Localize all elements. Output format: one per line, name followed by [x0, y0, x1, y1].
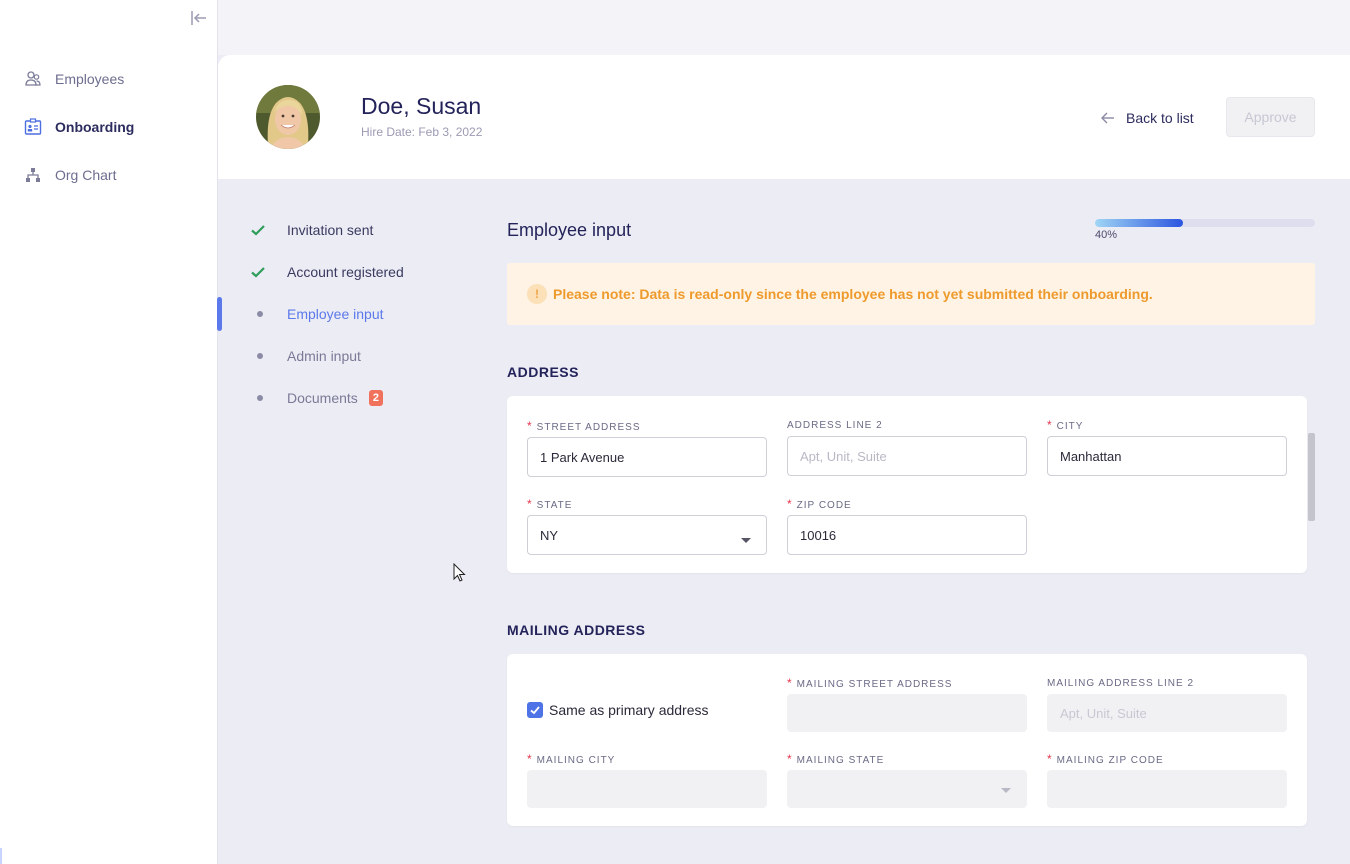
check-icon	[250, 263, 280, 281]
org-chart-icon	[24, 166, 42, 184]
step-invitation-sent[interactable]: Invitation sent	[250, 214, 404, 246]
collapse-sidebar-icon[interactable]	[189, 8, 209, 28]
field-label: CITY	[1056, 421, 1084, 432]
documents-count-badge: 2	[368, 390, 383, 406]
mailing-zip-field: * MAILING ZIP CODE	[1047, 753, 1287, 808]
bullet-icon	[257, 311, 263, 317]
address-line2-field: ADDRESS LINE 2	[787, 419, 1027, 476]
field-label: MAILING ADDRESS LINE 2	[1047, 678, 1195, 689]
employee-header: Doe, Susan Hire Date: Feb 3, 2022 Back t…	[218, 55, 1350, 179]
address-line2-input[interactable]	[787, 436, 1027, 476]
approve-button[interactable]: Approve	[1226, 97, 1315, 137]
checkbox-checked-icon[interactable]	[527, 702, 543, 718]
sidebar-item-label: Employees	[55, 71, 125, 87]
step-label: Account registered	[287, 264, 404, 280]
required-icon: *	[527, 419, 533, 433]
mailing-state-field: * MAILING STATE	[787, 753, 1027, 808]
mailing-state-select[interactable]	[787, 770, 1027, 808]
warning-icon: !	[527, 284, 547, 304]
chevron-down-icon	[741, 538, 751, 543]
sidebar: Employees Onboarding Org Chart	[0, 0, 218, 864]
employees-icon	[24, 70, 42, 88]
field-label: STATE	[536, 500, 573, 511]
sidebar-item-onboarding[interactable]: Onboarding	[0, 112, 217, 142]
mouse-cursor-icon	[453, 562, 467, 583]
mailing-address-title: MAILING ADDRESS	[507, 622, 646, 638]
field-label: MAILING STATE	[796, 755, 885, 766]
step-label: Invitation sent	[287, 222, 374, 238]
sidebar-item-label: Onboarding	[55, 119, 135, 135]
address-card: *STREET ADDRESS ADDRESS LINE 2 *CITY *ST…	[507, 396, 1307, 573]
field-label: MAILING STREET ADDRESS	[796, 679, 953, 690]
step-admin-input[interactable]: Admin input	[250, 340, 404, 372]
mailing-city-input[interactable]	[527, 770, 767, 808]
mailing-line2-input[interactable]	[1047, 694, 1287, 732]
chevron-down-icon	[1001, 788, 1011, 793]
street-address-input[interactable]	[527, 437, 767, 477]
sidebar-bottom-accent	[0, 848, 2, 864]
step-documents[interactable]: Documents 2	[250, 382, 404, 414]
required-icon: *	[527, 497, 533, 511]
bullet-icon	[257, 353, 263, 359]
state-field: * STATE NY	[527, 498, 767, 555]
back-to-list-label: Back to list	[1126, 110, 1194, 126]
read-only-notice: ! Please note: Data is read-only since t…	[507, 263, 1315, 325]
zip-code-input[interactable]	[787, 515, 1027, 555]
arrow-left-icon	[1100, 110, 1116, 126]
onboarding-steps: Invitation sent Account registered Emplo…	[250, 214, 404, 424]
state-select[interactable]: NY	[527, 515, 767, 555]
required-icon: *	[1047, 418, 1053, 432]
city-input[interactable]	[1047, 436, 1287, 476]
progress-fill	[1095, 219, 1183, 227]
mailing-street-field: * MAILING STREET ADDRESS	[787, 677, 1027, 732]
step-account-registered[interactable]: Account registered	[250, 256, 404, 288]
mailing-city-field: * MAILING CITY	[527, 753, 767, 808]
field-label: MAILING ZIP CODE	[1056, 755, 1164, 766]
back-to-list-link[interactable]: Back to list	[1100, 107, 1194, 129]
scrollbar-thumb[interactable]	[1308, 433, 1315, 521]
check-icon	[250, 221, 280, 239]
required-icon: *	[1047, 752, 1053, 766]
field-label: ZIP CODE	[796, 500, 852, 511]
bullet-icon	[257, 395, 263, 401]
onboarding-icon	[24, 118, 42, 136]
notice-text: Please note: Data is read-only since the…	[553, 286, 1153, 302]
sidebar-item-org-chart[interactable]: Org Chart	[0, 160, 217, 190]
required-icon: *	[527, 752, 533, 766]
step-label: Employee input	[287, 306, 384, 322]
employee-name: Doe, Susan	[361, 93, 482, 119]
required-icon: *	[787, 752, 793, 766]
same-as-primary-checkbox[interactable]: Same as primary address	[527, 702, 709, 718]
mailing-zip-input[interactable]	[1047, 770, 1287, 808]
mailing-street-input[interactable]	[787, 694, 1027, 732]
city-field: * CITY	[1047, 419, 1287, 476]
top-strip	[218, 0, 1350, 55]
checkbox-label: Same as primary address	[549, 702, 709, 718]
street-address-field: * STREET ADDRESS	[527, 420, 767, 477]
zip-code-field: * ZIP CODE	[787, 498, 1027, 555]
sidebar-nav: Employees Onboarding Org Chart	[0, 64, 217, 208]
step-employee-input[interactable]: Employee input	[250, 298, 404, 330]
mailing-address-card: Same as primary address * MAILING STREET …	[507, 654, 1307, 826]
section-title: Employee input	[507, 220, 632, 240]
hire-date: Hire Date: Feb 3, 2022	[361, 125, 483, 139]
step-label: Documents	[287, 390, 358, 406]
required-icon: *	[787, 676, 793, 690]
state-value: NY	[540, 527, 559, 543]
avatar	[256, 85, 320, 149]
required-icon: *	[787, 497, 793, 511]
sidebar-item-label: Org Chart	[55, 167, 117, 183]
mailing-line2-field: MAILING ADDRESS LINE 2	[1047, 677, 1287, 732]
address-title: ADDRESS	[507, 364, 579, 380]
progress-label: 40%	[1095, 229, 1118, 241]
step-label: Admin input	[287, 348, 361, 364]
field-label: ADDRESS LINE 2	[787, 420, 883, 431]
current-step-indicator	[217, 297, 222, 331]
progress-bar	[1095, 219, 1315, 227]
field-label: STREET ADDRESS	[536, 422, 641, 433]
field-label: MAILING CITY	[536, 755, 616, 766]
sidebar-item-employees[interactable]: Employees	[0, 64, 217, 94]
